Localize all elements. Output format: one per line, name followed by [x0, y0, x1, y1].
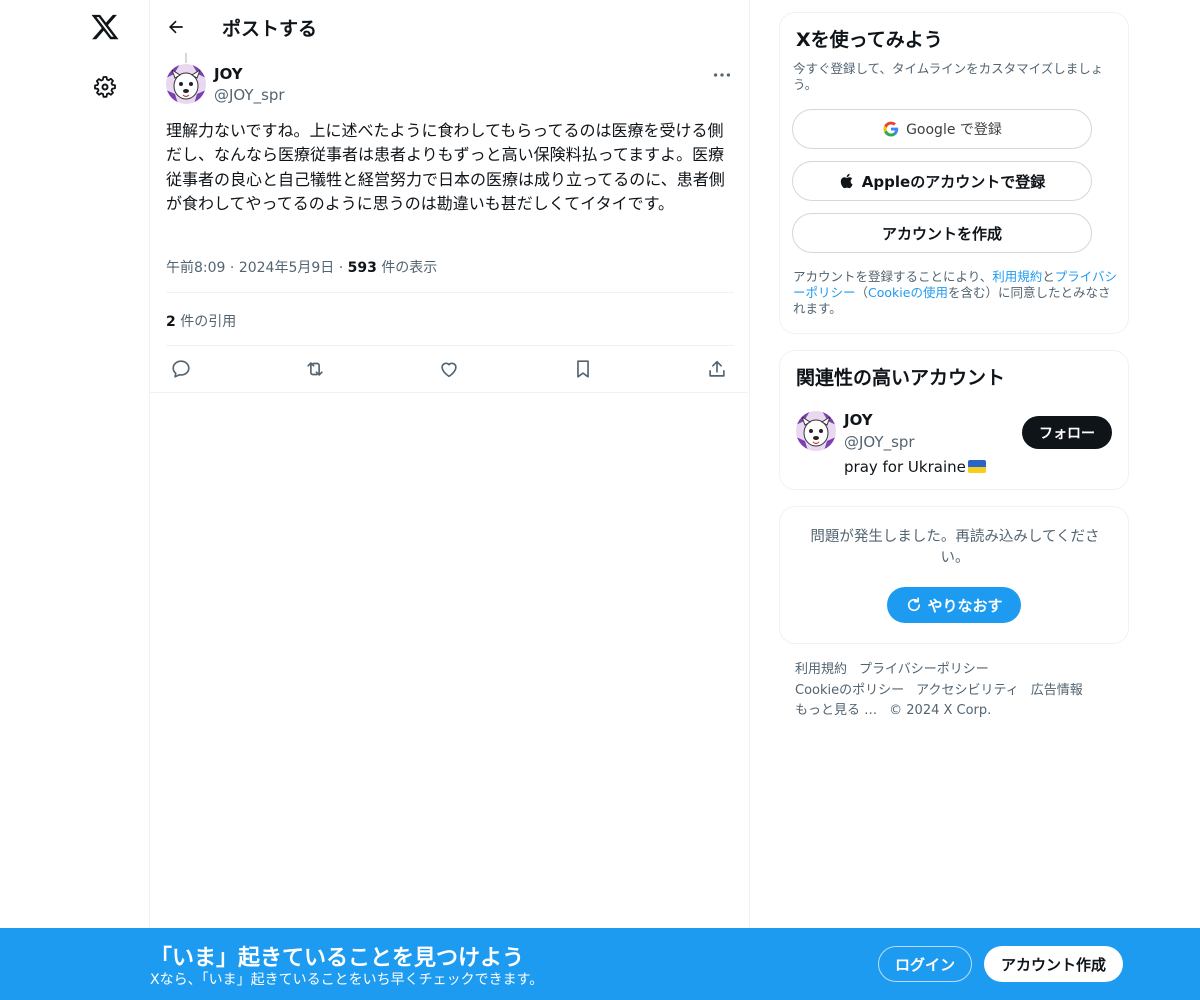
signup-title: Xを使ってみよう	[796, 29, 943, 51]
footer-link-privacy[interactable]: プライバシーポリシー	[859, 662, 989, 677]
footer-links: 利用規約 プライバシーポリシー Cookieのポリシー アクセシビリティ 広告情報 も…	[795, 660, 1125, 722]
related-account-handle[interactable]: @JOY_spr	[844, 433, 915, 451]
footer-link-cookie[interactable]: Cookieのポリシー	[795, 683, 904, 698]
login-button[interactable]: ログイン	[878, 946, 972, 982]
author-name[interactable]: JOY	[214, 65, 243, 83]
meta-separator: ·	[229, 260, 239, 276]
signup-button[interactable]: アカウント作成	[984, 946, 1123, 982]
google-signup-label: Google で登録	[906, 122, 1002, 138]
post-meta: 午前8:09 · 2024年5月9日 · 593 件の表示	[166, 257, 437, 277]
terms-link[interactable]: 利用規約	[992, 269, 1042, 284]
x-logo-icon[interactable]	[90, 12, 120, 42]
quotes-count: 2	[166, 314, 176, 330]
signup-subtitle: 今すぐ登録して、タイムラインをカスタマイズしましょう。	[793, 61, 1104, 92]
post-time[interactable]: 午前8:09	[166, 260, 225, 276]
page-title: ポストする	[222, 18, 318, 40]
reply-icon[interactable]	[170, 358, 192, 380]
repost-icon[interactable]	[304, 358, 326, 380]
meta-separator: ·	[338, 260, 348, 276]
terms-and: と	[1042, 269, 1055, 284]
avatar[interactable]	[796, 411, 836, 451]
quotes-link[interactable]: 2 件の引用	[166, 311, 236, 331]
post-date[interactable]: 2024年5月9日	[239, 260, 334, 276]
signup-card: Xを使ってみよう 今すぐ登録して、タイムラインをカスタマイズしましょう。 Goo…	[779, 12, 1129, 334]
footer-link-ads[interactable]: 広告情報	[1031, 683, 1083, 698]
follow-button[interactable]: フォロー	[1022, 416, 1112, 449]
left-nav	[60, 0, 150, 1000]
avatar[interactable]	[166, 64, 206, 104]
views-label: 件の表示	[381, 260, 438, 276]
like-icon[interactable]	[438, 358, 460, 380]
quotes-label: 件の引用	[180, 314, 237, 330]
bottom-bar-title: 「いま」起きていることを見つけよう	[150, 946, 525, 971]
refresh-icon	[908, 597, 921, 612]
error-message: 問題が発生しました。再読み込みしてください。	[810, 529, 1100, 566]
apple-icon	[840, 173, 853, 189]
bottom-signup-bar: 「いま」起きていることを見つけよう Xなら、「いま」起きていることをいち早くチェ…	[0, 928, 1200, 1000]
ukraine-flag-icon	[967, 460, 986, 473]
author-handle[interactable]: @JOY_spr	[214, 86, 285, 104]
share-icon[interactable]	[706, 358, 728, 380]
retry-label: やりなおす	[927, 596, 1003, 615]
back-arrow-icon[interactable]	[166, 17, 186, 37]
footer-link-accessibility[interactable]: アクセシビリティ	[916, 683, 1019, 698]
more-options-icon[interactable]	[711, 64, 733, 86]
cookie-open: （	[855, 285, 869, 300]
terms-text: アカウントを登録することにより、利用規約とプライバシーポリシー（Cookieの使…	[793, 269, 1119, 317]
apple-signup-button[interactable]: Appleのアカウントで登録	[792, 161, 1092, 201]
apple-signup-label: Appleのアカウントで登録	[861, 172, 1046, 191]
related-accounts-card: 関連性の高いアカウント JOY @JOY_spr pray for Ukrain…	[779, 350, 1129, 490]
post-text: 理解力ないですね。上に述べたように食わしてもらってるのは医療を受ける側だし、なん…	[166, 121, 725, 213]
divider	[166, 292, 734, 293]
create-account-label: アカウントを作成	[881, 224, 1002, 243]
google-icon	[883, 121, 899, 137]
bottom-bar-subtitle: Xなら、「いま」起きていることをいち早くチェックできます。	[150, 972, 544, 988]
gear-icon[interactable]	[93, 75, 117, 99]
footer-link-more[interactable]: もっと見る …	[795, 703, 877, 718]
create-account-button[interactable]: アカウントを作成	[792, 213, 1092, 253]
action-bar	[150, 346, 748, 393]
related-account-name[interactable]: JOY	[844, 411, 873, 429]
related-account-bio: pray for Ukraine	[844, 458, 986, 476]
google-signup-button[interactable]: Google で登録	[792, 109, 1092, 149]
thread-line	[185, 53, 187, 63]
footer-copyright: © 2024 X Corp.	[889, 703, 992, 718]
bookmark-icon[interactable]	[572, 358, 594, 380]
retry-button[interactable]: やりなおす	[887, 587, 1021, 623]
related-title: 関連性の高いアカウント	[796, 367, 1006, 389]
views-count: 593	[347, 260, 377, 276]
cookie-link[interactable]: Cookieの使用	[868, 285, 948, 300]
header: ポストする	[150, 0, 748, 53]
bio-text: pray for Ukraine	[844, 458, 966, 476]
error-card: 問題が発生しました。再読み込みしてください。 やりなおす	[779, 506, 1129, 644]
terms-prefix: アカウントを登録することにより、	[793, 269, 993, 284]
main-column: ポストする JOY @JOY_spr 理解力ないですね。上に述べたように食わして…	[150, 0, 750, 1000]
footer-link-terms[interactable]: 利用規約	[795, 662, 847, 677]
